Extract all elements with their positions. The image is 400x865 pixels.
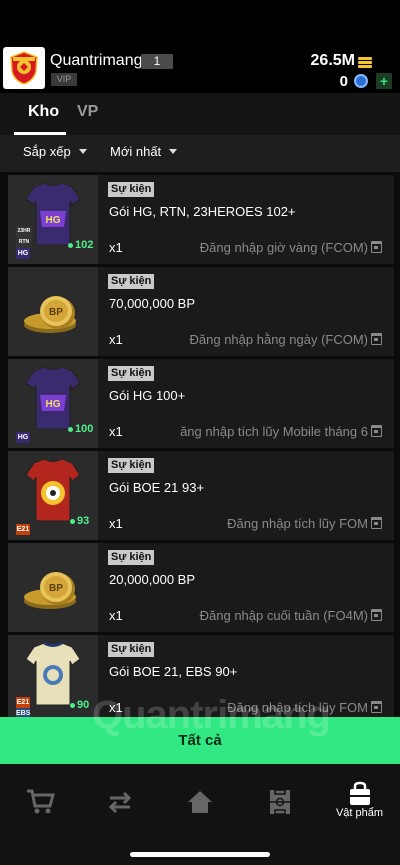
list-item[interactable]: HG 23HR RTN HG 102 Sự kiện Gói HG, RTN, … — [8, 175, 394, 264]
item-source: Đăng nhập tích lũy FOM — [227, 516, 368, 531]
item-title: 20,000,000 BP — [109, 572, 196, 587]
item-source: Đăng nhập hằng ngày (FCOM) — [189, 332, 368, 347]
item-quantity: x1 — [109, 608, 123, 623]
sort-label: Sắp xếp — [23, 144, 71, 159]
event-tag: Sự kiện — [108, 182, 155, 197]
list-item[interactable]: E21 93 Sự kiện Gói BOE 21 93+ x1 Đăng nh… — [8, 451, 394, 540]
fc-balance: 0 — [339, 73, 348, 90]
list-item[interactable]: BP Sự kiện 20,000,000 BP x1 Đăng nhập cu… — [8, 543, 394, 632]
item-title: Gói BOE 21, EBS 90+ — [109, 664, 238, 679]
svg-text:HG: HG — [46, 215, 61, 226]
nav-squad[interactable] — [250, 782, 310, 822]
event-tag: Sự kiện — [108, 458, 155, 473]
season-badge: HG — [16, 248, 30, 259]
item-title: Gói HG, RTN, 23HEROES 102+ — [109, 204, 296, 219]
add-fc-button[interactable]: + — [376, 73, 392, 89]
calendar-icon — [371, 517, 382, 529]
sort-dropdown[interactable]: Sắp xếp — [23, 144, 87, 159]
username: Quantrimang — [50, 52, 143, 69]
item-quantity: x1 — [109, 332, 123, 347]
bp-coin-label: BP — [49, 583, 63, 594]
list-item[interactable]: HG HG 100 Sự kiện Gói HG 100+ x1 ăng nhậ… — [8, 359, 394, 448]
inventory-list[interactable]: HG 23HR RTN HG 102 Sự kiện Gói HG, RTN, … — [0, 172, 400, 717]
nav-items-label: Vật phẩm — [335, 807, 384, 819]
profile-header: Quantrimang 1 VIP 26.5M 0 + — [0, 0, 400, 93]
bp-coin-thumbnail: BP — [8, 543, 98, 632]
calendar-icon — [371, 241, 382, 253]
home-icon — [188, 791, 212, 813]
nav-transfer[interactable] — [90, 782, 150, 822]
item-source: Đăng nhập tích lũy FOM — [227, 700, 368, 715]
season-badge: E21 — [16, 524, 30, 535]
jersey-thumbnail: HG 23HR RTN HG 102 — [8, 175, 98, 264]
cart-icon — [27, 789, 55, 814]
item-source: Đăng nhập giờ vàng (FCOM) — [199, 240, 368, 255]
season-badge: HG — [16, 432, 30, 443]
calendar-icon — [371, 701, 382, 713]
vip-badge[interactable]: VIP — [51, 73, 77, 86]
filter-bar: Sắp xếp Mới nhất — [0, 135, 400, 172]
item-quantity: x1 — [109, 424, 123, 439]
nav-home[interactable] — [170, 782, 230, 822]
jersey-thumbnail: E21 EBS 90 — [8, 635, 98, 717]
transfer-arrows-icon — [108, 791, 132, 814]
item-source: ăng nhập tích lũy Mobile tháng 6 — [180, 424, 368, 439]
item-title: Gói HG 100+ — [109, 388, 186, 403]
event-tag: Sự kiện — [108, 550, 155, 565]
bp-coin-label: BP — [49, 307, 63, 318]
coin-balance: 26.5M — [310, 52, 355, 69]
ovr-value: 93 — [70, 515, 89, 527]
item-quantity: x1 — [109, 240, 123, 255]
coin-icon — [358, 55, 372, 73]
event-tag: Sự kiện — [108, 274, 155, 289]
jersey-thumbnail: HG HG 100 — [8, 359, 98, 448]
item-quantity: x1 — [109, 700, 123, 715]
pitch-icon — [270, 789, 290, 815]
chevron-down-icon — [169, 149, 178, 154]
item-source: Đăng nhập cuối tuần (FO4M) — [199, 608, 368, 623]
calendar-icon — [371, 609, 382, 621]
list-item[interactable]: BP Sự kiện 70,000,000 BP x1 Đăng nhập hằ… — [8, 267, 394, 356]
club-crest-icon[interactable] — [3, 47, 45, 89]
bag-icon — [350, 781, 370, 805]
event-tag: Sự kiện — [108, 366, 155, 381]
ovr-value: 102 — [68, 239, 93, 251]
newest-dropdown[interactable]: Mới nhất — [110, 144, 178, 159]
nav-shop[interactable] — [10, 782, 70, 822]
tab-kho[interactable]: Kho — [28, 103, 59, 121]
jersey-thumbnail: E21 93 — [8, 451, 98, 540]
fc-point-icon — [354, 74, 368, 88]
tab-bar: Kho VP — [0, 93, 400, 135]
item-title: Gói BOE 21 93+ — [109, 480, 205, 495]
calendar-icon — [371, 425, 382, 437]
list-item[interactable]: E21 EBS 90 Sự kiện Gói BOE 21, EBS 90+ x… — [8, 635, 394, 717]
ovr-value: 100 — [68, 423, 93, 435]
level-badge: 1 — [141, 54, 173, 69]
season-badge: EBS — [16, 708, 31, 717]
tab-vp[interactable]: VP — [77, 103, 98, 121]
item-quantity: x1 — [109, 516, 123, 531]
event-tag: Sự kiện — [108, 642, 155, 657]
all-button[interactable]: Tất cả — [0, 717, 400, 764]
calendar-icon — [371, 333, 382, 345]
chevron-down-icon — [78, 149, 87, 154]
item-title: 70,000,000 BP — [109, 296, 196, 311]
svg-text:HG: HG — [46, 399, 61, 410]
newest-label: Mới nhất — [110, 144, 162, 159]
ovr-value: 90 — [70, 699, 89, 711]
home-indicator[interactable] — [130, 852, 270, 857]
bottom-nav: Vật phẩm — [0, 764, 400, 865]
bp-coin-thumbnail: BP — [8, 267, 98, 356]
